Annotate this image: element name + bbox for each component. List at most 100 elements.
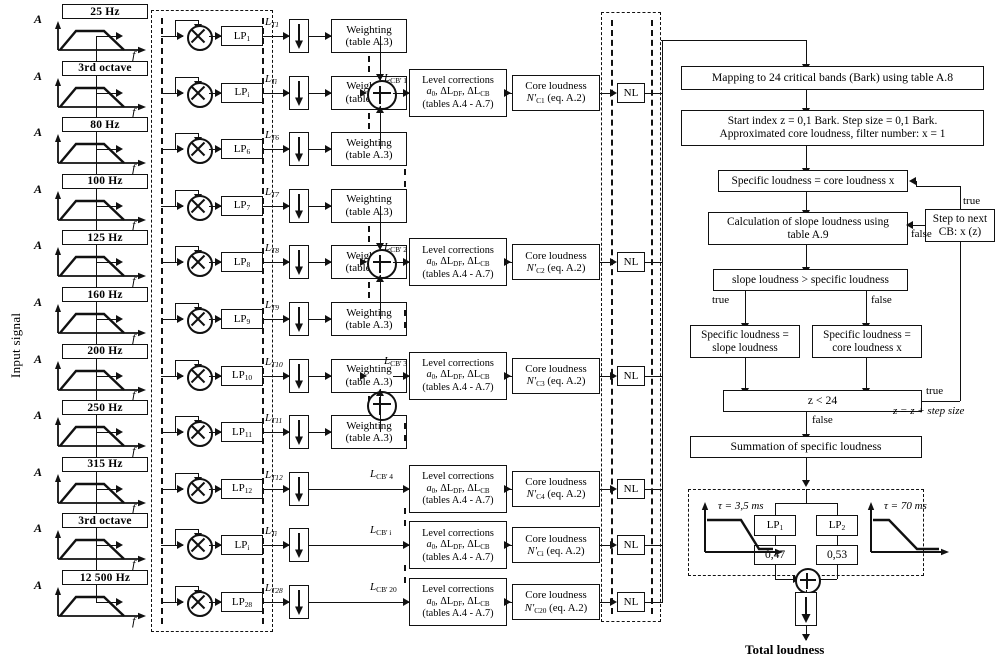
specific-to-slope-v: [806, 192, 807, 212]
band-label-box[interactable]: 80 Hz: [62, 117, 148, 133]
flow-assign-core-box[interactable]: Specific loudness = core loudness x: [812, 325, 922, 358]
band-spectrum-plot: [55, 530, 146, 563]
processing-row-ellipsis: [404, 564, 406, 583]
level-corrections-box[interactable]: Level corrections a0, ΔLDF, ΔLCB (tables A…: [409, 578, 507, 626]
flow-z-increment-label: z = z + step size: [893, 405, 965, 417]
weighting-ellipsis: [368, 112, 370, 129]
level-corrections-box[interactable]: Level corrections a0, ΔLDF, ΔLCB (tables A…: [409, 68, 507, 117]
filterbank-inner-divider-left: [161, 18, 163, 624]
band-label-box[interactable]: 3rd octave: [62, 513, 148, 529]
slopecalc-to-decision-v: [806, 245, 807, 269]
temporal-gain2-label: 0,53: [826, 549, 848, 561]
weighting-line2: (table A.3): [345, 205, 393, 218]
level-corrections-line2: a0, ΔLDF, ΔLCB: [426, 482, 490, 495]
band-label-box[interactable]: 100 Hz: [62, 173, 148, 189]
critical-band-level-label: LCB' i: [370, 524, 392, 538]
core-loudness-input-arrowhead: [504, 541, 511, 550]
level-corrections-box[interactable]: Level corrections a0, ΔLDF, ΔLCB (tables A…: [409, 351, 507, 400]
downsample-arrow-icon: [295, 307, 303, 332]
band-spectrum-plot: [55, 360, 146, 393]
level-corrections-line2: a0, ΔLDF, ΔLCB: [426, 86, 490, 99]
nl-to-mapping-v: [806, 40, 807, 66]
downsample-arrow-icon: [295, 363, 303, 389]
branch-true-v: [745, 291, 746, 325]
weighting-box[interactable]: Weighting(table A.3): [331, 188, 407, 223]
band-label-box[interactable]: 160 Hz: [62, 287, 148, 302]
axis-amplitude-label: A: [34, 181, 43, 196]
level-corrections-line2: a0, ΔLDF, ΔLCB: [426, 539, 490, 551]
start-to-specific-v: [806, 146, 807, 170]
flow-step-next-box[interactable]: Step to next CB: x (z): [925, 209, 995, 242]
band-label-box[interactable]: 25 Hz: [62, 4, 148, 19]
core-loudness-line1: Core loudness: [525, 363, 587, 376]
band-label-box[interactable]: 250 Hz: [62, 400, 148, 416]
band-spectrum-plot: [55, 247, 146, 280]
critical-band-level-label: LCB' 4: [370, 467, 394, 481]
flow-start-line1: Start index z = 0,1 Bark. Step size = 0,…: [727, 115, 938, 128]
band-label-box[interactable]: 12 500 Hz: [62, 570, 148, 585]
core-loudness-box[interactable]: Core loudness N'C2 (eq. A.2): [512, 244, 600, 281]
z-true-h: [922, 401, 960, 402]
core-loudness-box[interactable]: Core loudness N'C20 (eq. A.2): [512, 584, 600, 620]
downsample-arrow-icon: [295, 137, 303, 163]
lp2-to-gain-v: [837, 536, 838, 545]
stepnext-true-v2: [916, 181, 917, 187]
weighting-box[interactable]: Weighting(table A.3): [331, 302, 407, 336]
level-corrections-box[interactable]: Level corrections a0, ΔLDF, ΔLCB (tables A…: [409, 464, 507, 513]
processing-row-ellipsis: [404, 423, 406, 442]
critical-band-level-label: LCB' 1: [384, 71, 408, 85]
stepnext-true-arrowhead: [909, 177, 916, 185]
core-loudness-line2: N'Ci (eq. A.2): [527, 544, 585, 558]
core-loudness-box[interactable]: Core loudness N'C1 (eq. A.2): [512, 74, 600, 111]
processing-row-ellipsis: [404, 168, 406, 187]
sum-mid-arrowhead: [360, 88, 367, 97]
weighting-box[interactable]: Weighting(table A.3): [331, 132, 407, 167]
weighting-box[interactable]: Weighting(table A.3): [331, 415, 407, 450]
core-loudness-box[interactable]: Core loudness N'C4 (eq. A.2): [512, 470, 600, 507]
core-loudness-input-arrowhead: [504, 258, 511, 267]
flow-slope-calc-line1: Calculation of slope loudness using: [727, 215, 889, 228]
level-corrections-line1: Level corrections: [422, 527, 494, 539]
level-corrections-line1: Level corrections: [422, 74, 494, 86]
core-loudness-line2: N'C1 (eq. A.2): [526, 92, 586, 105]
gain1-to-adder-h: [775, 579, 795, 580]
flow-mapping-box[interactable]: Mapping to 24 critical bands (Bark) usin…: [681, 66, 984, 90]
flow-slope-calc-box[interactable]: Calculation of slope loudness using tabl…: [708, 212, 908, 245]
temporal-lp2-box[interactable]: LP2: [816, 515, 858, 536]
nl-inner-divider-left: [611, 20, 613, 614]
core-loudness-input-arrowhead: [504, 371, 511, 380]
temporal-gain2-box[interactable]: 0,53: [816, 545, 858, 565]
band-label-box[interactable]: 125 Hz: [62, 230, 148, 246]
core-loudness-line2: N'C20 (eq. A.2): [524, 601, 588, 615]
downsample-to-levelcorr-line: [309, 488, 409, 490]
level-corrections-box[interactable]: Level corrections a0, ΔLDF, ΔLCB (tables A…: [409, 238, 507, 287]
diagram-canvas: Input signal 25 Hz Af 3rd octave Af 80 Hz Af 1…: [0, 0, 1000, 664]
axis-amplitude-label: A: [34, 464, 43, 479]
sum-mid-arrowhead: [360, 258, 367, 267]
flow-specific-core-box[interactable]: Specific loudness = core loudness x: [718, 170, 908, 192]
band-label-box[interactable]: 200 Hz: [62, 343, 148, 359]
nl-inner-divider-right: [651, 20, 653, 614]
core-loudness-line1: Core loudness: [525, 532, 587, 545]
axis-amplitude-label: A: [34, 408, 43, 423]
flow-decision-slope-box[interactable]: slope loudness > specific loudness: [713, 269, 908, 291]
core-loudness-box[interactable]: Core loudness N'Ci (eq. A.2): [512, 527, 600, 564]
level-corrections-box[interactable]: Level corrections a0, ΔLDF, ΔLCB (tables A…: [409, 521, 507, 570]
flow-start-box[interactable]: Start index z = 0,1 Bark. Step size = 0,…: [681, 110, 984, 146]
temporal-arrowhead: [802, 480, 810, 487]
tau-slow-label: τ = 70 ms: [884, 500, 927, 512]
flow-assign-slope-box[interactable]: Specific loudness = slope loudness: [690, 325, 800, 358]
processing-row-ellipsis: [404, 310, 406, 328]
band-label: 200 Hz: [87, 345, 123, 358]
z-false-v: [806, 412, 807, 436]
flow-summation-box[interactable]: Summation of specific loudness: [690, 436, 922, 458]
band-label-box[interactable]: 315 Hz: [62, 456, 148, 472]
level-corrections-line3: (tables A.4 - A.7): [422, 98, 494, 110]
band-label-box[interactable]: 3rd octave: [62, 60, 148, 76]
band-spectrum-plot: [55, 417, 146, 450]
weighting-box[interactable]: Weighting(table A.3): [331, 19, 407, 53]
critical-band-level-label: LCB' 3: [384, 354, 408, 368]
level-corrections-line1: Level corrections: [422, 470, 494, 482]
flow-z-false-label: false: [812, 414, 833, 426]
core-loudness-box[interactable]: Core loudness N'C3 (eq. A.2): [512, 357, 600, 394]
